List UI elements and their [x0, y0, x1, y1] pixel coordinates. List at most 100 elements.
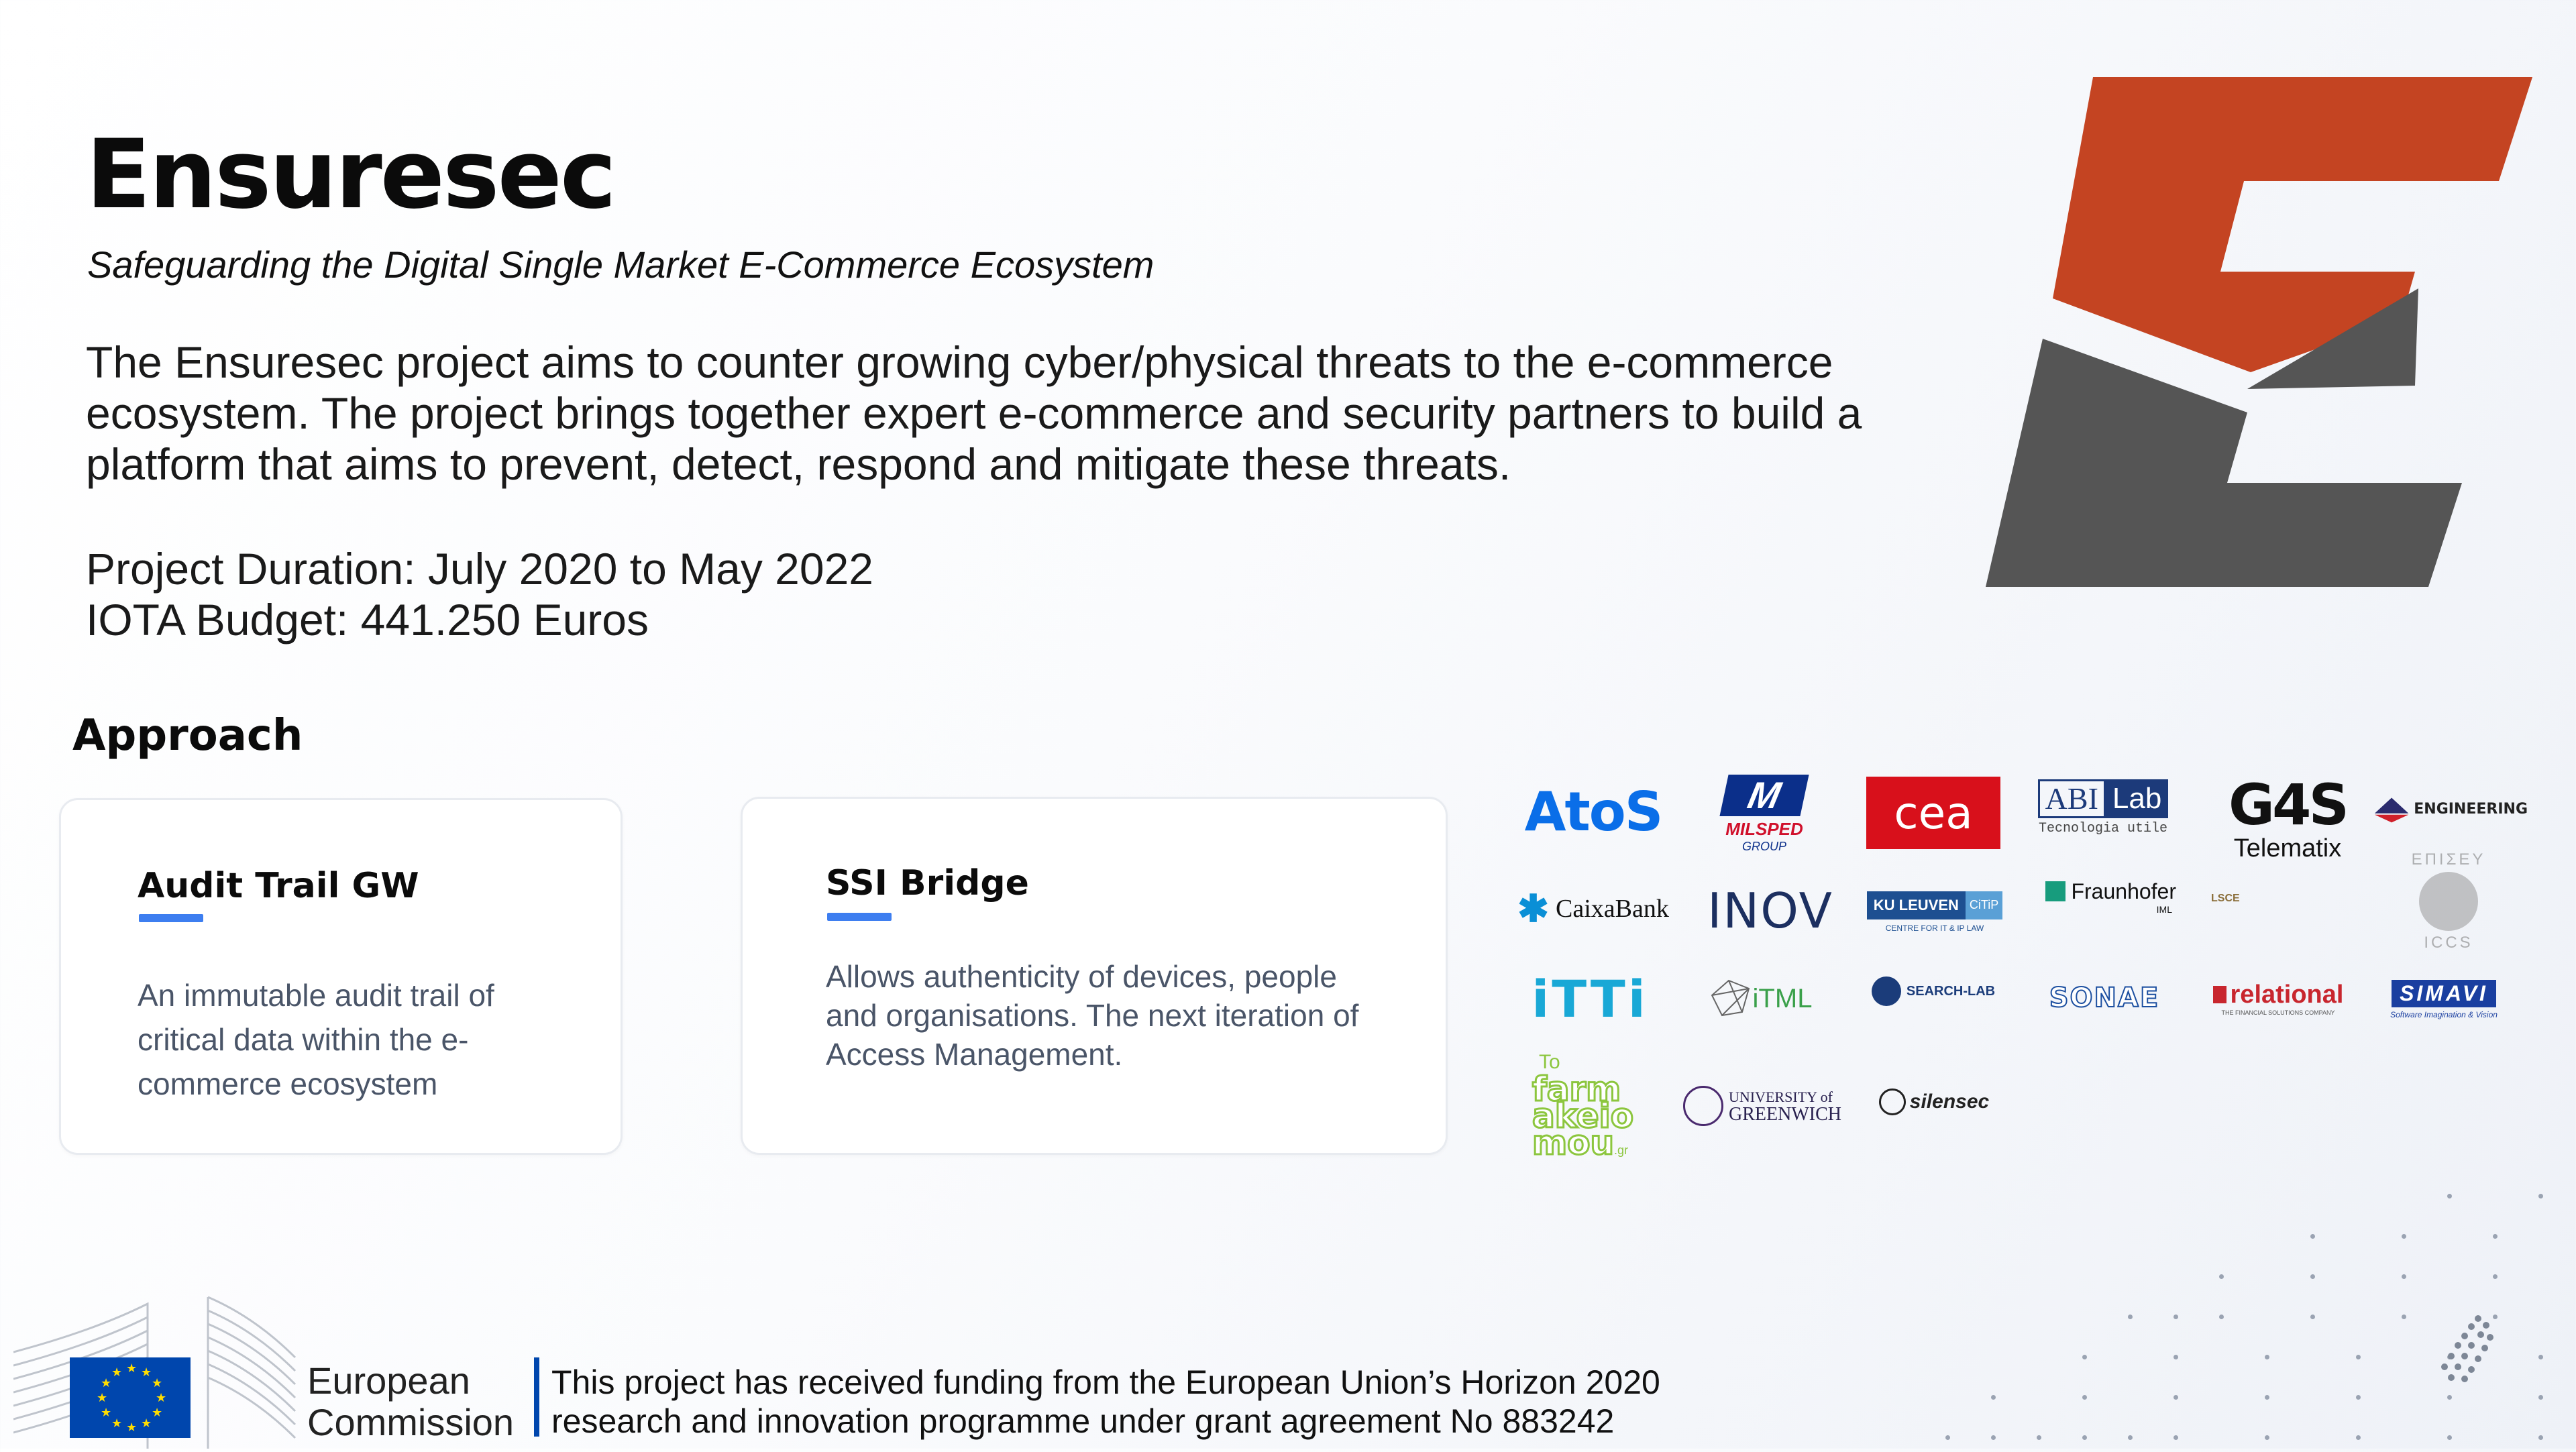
pattern-dot [2174, 1355, 2178, 1359]
page-title: Ensuresec [86, 119, 616, 230]
greenwich-crest-icon [1683, 1086, 1723, 1126]
svg-text:★: ★ [152, 1376, 162, 1390]
abilab-tagline: Tecnologia utile [2038, 820, 2168, 836]
kuleuven-citip: CiTiP [1965, 891, 2003, 919]
pattern-dot [2493, 1274, 2498, 1279]
description-line: ecosystem. The project brings together e… [86, 388, 1862, 438]
pattern-dot [2128, 1435, 2133, 1440]
pattern-dot [2356, 1435, 2361, 1440]
svg-text:★: ★ [141, 1365, 152, 1380]
card-ssi-bridge: SSI Bridge Allows authenticity of device… [741, 797, 1448, 1155]
logo-atos: AtoS [1524, 780, 1664, 843]
card-text-line: critical data within the e- [138, 1022, 469, 1057]
eu-commission-emblem: ★ ★ ★ ★ ★ ★ ★ ★ ★ ★ ★ ★ [13, 1290, 309, 1449]
relational-icon [2212, 986, 2226, 1003]
svg-text:★: ★ [141, 1416, 152, 1431]
itml-network-icon [1711, 979, 1750, 1017]
card-title: SSI Bridge [826, 863, 1029, 903]
itml-label: iTML [1752, 983, 1813, 1013]
abilab-abi: ABI [2037, 779, 2106, 818]
pattern-dot [2037, 1435, 2041, 1440]
caixabank-star-icon: ✱ [1517, 887, 1550, 930]
svg-text:★: ★ [126, 1420, 137, 1435]
svg-text:★: ★ [101, 1376, 111, 1390]
eu-name-line2: Commission [307, 1401, 515, 1443]
fraunhofer-sublabel: IML [2156, 903, 2172, 915]
pattern-dot [2538, 1194, 2543, 1198]
logo-greenwich: UNIVERSITY of GREENWICH [1674, 1082, 1850, 1129]
funding-line2: research and innovation programme under … [551, 1402, 1615, 1440]
svg-text:★: ★ [97, 1391, 107, 1405]
pattern-dot [2356, 1355, 2361, 1359]
pattern-dot [2538, 1395, 2543, 1400]
logo-g4s-telematix: G4S Telematix [2214, 771, 2361, 867]
card-title: Audit Trail GW [138, 866, 419, 906]
pattern-dot [1991, 1395, 1996, 1400]
iccs-label: ICCS [2424, 934, 2473, 952]
pattern-dot [2402, 1315, 2406, 1319]
logo-simavi: SIMAVI Software Imagination & Vision [2380, 978, 2508, 1021]
silensec-icon [1878, 1088, 1906, 1115]
pattern-dot [2447, 1435, 2452, 1440]
funding-line1: This project has received funding from t… [551, 1363, 1660, 1401]
svg-text:★: ★ [111, 1365, 122, 1380]
iccs-head-icon [2419, 872, 2478, 931]
engineering-icon [2374, 797, 2409, 823]
g4s-mark: G4S [2229, 771, 2349, 838]
description-line: The Ensuresec project aims to counter gr… [86, 337, 1833, 387]
engineering-label: ENGINEERING [2414, 800, 2528, 818]
card-text-line: An immutable audit trail of [138, 978, 494, 1013]
pattern-dot [2402, 1234, 2406, 1239]
eu-name-line1: European [307, 1359, 470, 1402]
card-audit-trail: Audit Trail GW An immutable audit trail … [59, 798, 623, 1155]
logo-milsped: M MILSPED GROUP [1697, 770, 1831, 858]
kuleuven-sublabel: CENTRE FOR IT & IP LAW [1885, 924, 1984, 933]
tofarm-line3: mou [1531, 1123, 1615, 1162]
logo-silensec: silensec [1870, 1085, 1998, 1119]
kuleuven-label: KU LEUVEN [1866, 891, 1966, 919]
page-subtitle: Safeguarding the Digital Single Market E… [87, 243, 1155, 286]
pattern-dot [2310, 1315, 2315, 1319]
project-duration: Project Duration: July 2020 to May 2022 [86, 544, 873, 594]
project-budget: IOTA Budget: 441.250 Euros [86, 595, 649, 645]
iccs-top-label: ΕΠΙΣΕΥ [2411, 850, 2486, 869]
logo-abilab: ABI Lab Tecnologia utile [2034, 779, 2172, 836]
pattern-dot [2310, 1234, 2315, 1239]
pattern-dot [2174, 1395, 2178, 1400]
milsped-label: MILSPED [1725, 819, 1803, 839]
searchlab-label: SEARCH-LAB [1906, 983, 1996, 999]
logo-tofarmakeiomou: To farm akeio mou .gr [1531, 1051, 1653, 1162]
greenwich-line2: GREENWICH [1729, 1104, 1841, 1125]
relational-label: relational [2230, 980, 2344, 1009]
svg-text:★: ★ [152, 1406, 162, 1420]
pattern-dot [2082, 1395, 2087, 1400]
pattern-dot [1945, 1435, 1950, 1440]
tofarm-gr: .gr [1614, 1143, 1629, 1157]
pattern-dot [2265, 1355, 2269, 1359]
fraunhofer-icon [2045, 881, 2066, 901]
pattern-dot [2447, 1395, 2452, 1400]
milsped-group-label: GROUP [1741, 840, 1786, 853]
funding-statement: This project has received funding from t… [551, 1363, 1660, 1441]
pattern-dot [2356, 1395, 2361, 1400]
card-text-line: commerce ecosystem [138, 1066, 438, 1101]
ensuresec-logo-icon [1986, 77, 2532, 587]
pattern-dot [2128, 1315, 2133, 1319]
logo-iccs: ΕΠΙΣΕΥ ICCS [2375, 848, 2522, 955]
pattern-dot [2219, 1315, 2224, 1319]
pattern-dot [2265, 1395, 2269, 1400]
milsped-mark: M [1719, 774, 1809, 816]
iota-logo-icon [2441, 1315, 2493, 1382]
pattern-dot [2310, 1274, 2315, 1279]
project-description: The Ensuresec project aims to counter gr… [86, 337, 1897, 490]
logo-lsce: LSCE [2211, 893, 2240, 904]
logo-search-lab: SEARCH-LAB [1865, 971, 2002, 1011]
simavi-sublabel: Software Imagination & Vision [2390, 1009, 2498, 1019]
pattern-dot [2082, 1435, 2087, 1440]
relational-sublabel: THE FINANCIAL SOLUTIONS COMPANY [2221, 1009, 2335, 1016]
pattern-dot [2447, 1194, 2452, 1198]
logo-engineering: ENGINEERING [2372, 789, 2528, 829]
card-description: Allows authenticity of devices, people a… [826, 957, 1358, 1074]
svg-text:★: ★ [111, 1416, 122, 1431]
fraunhofer-label: Fraunhofer [2071, 879, 2176, 903]
